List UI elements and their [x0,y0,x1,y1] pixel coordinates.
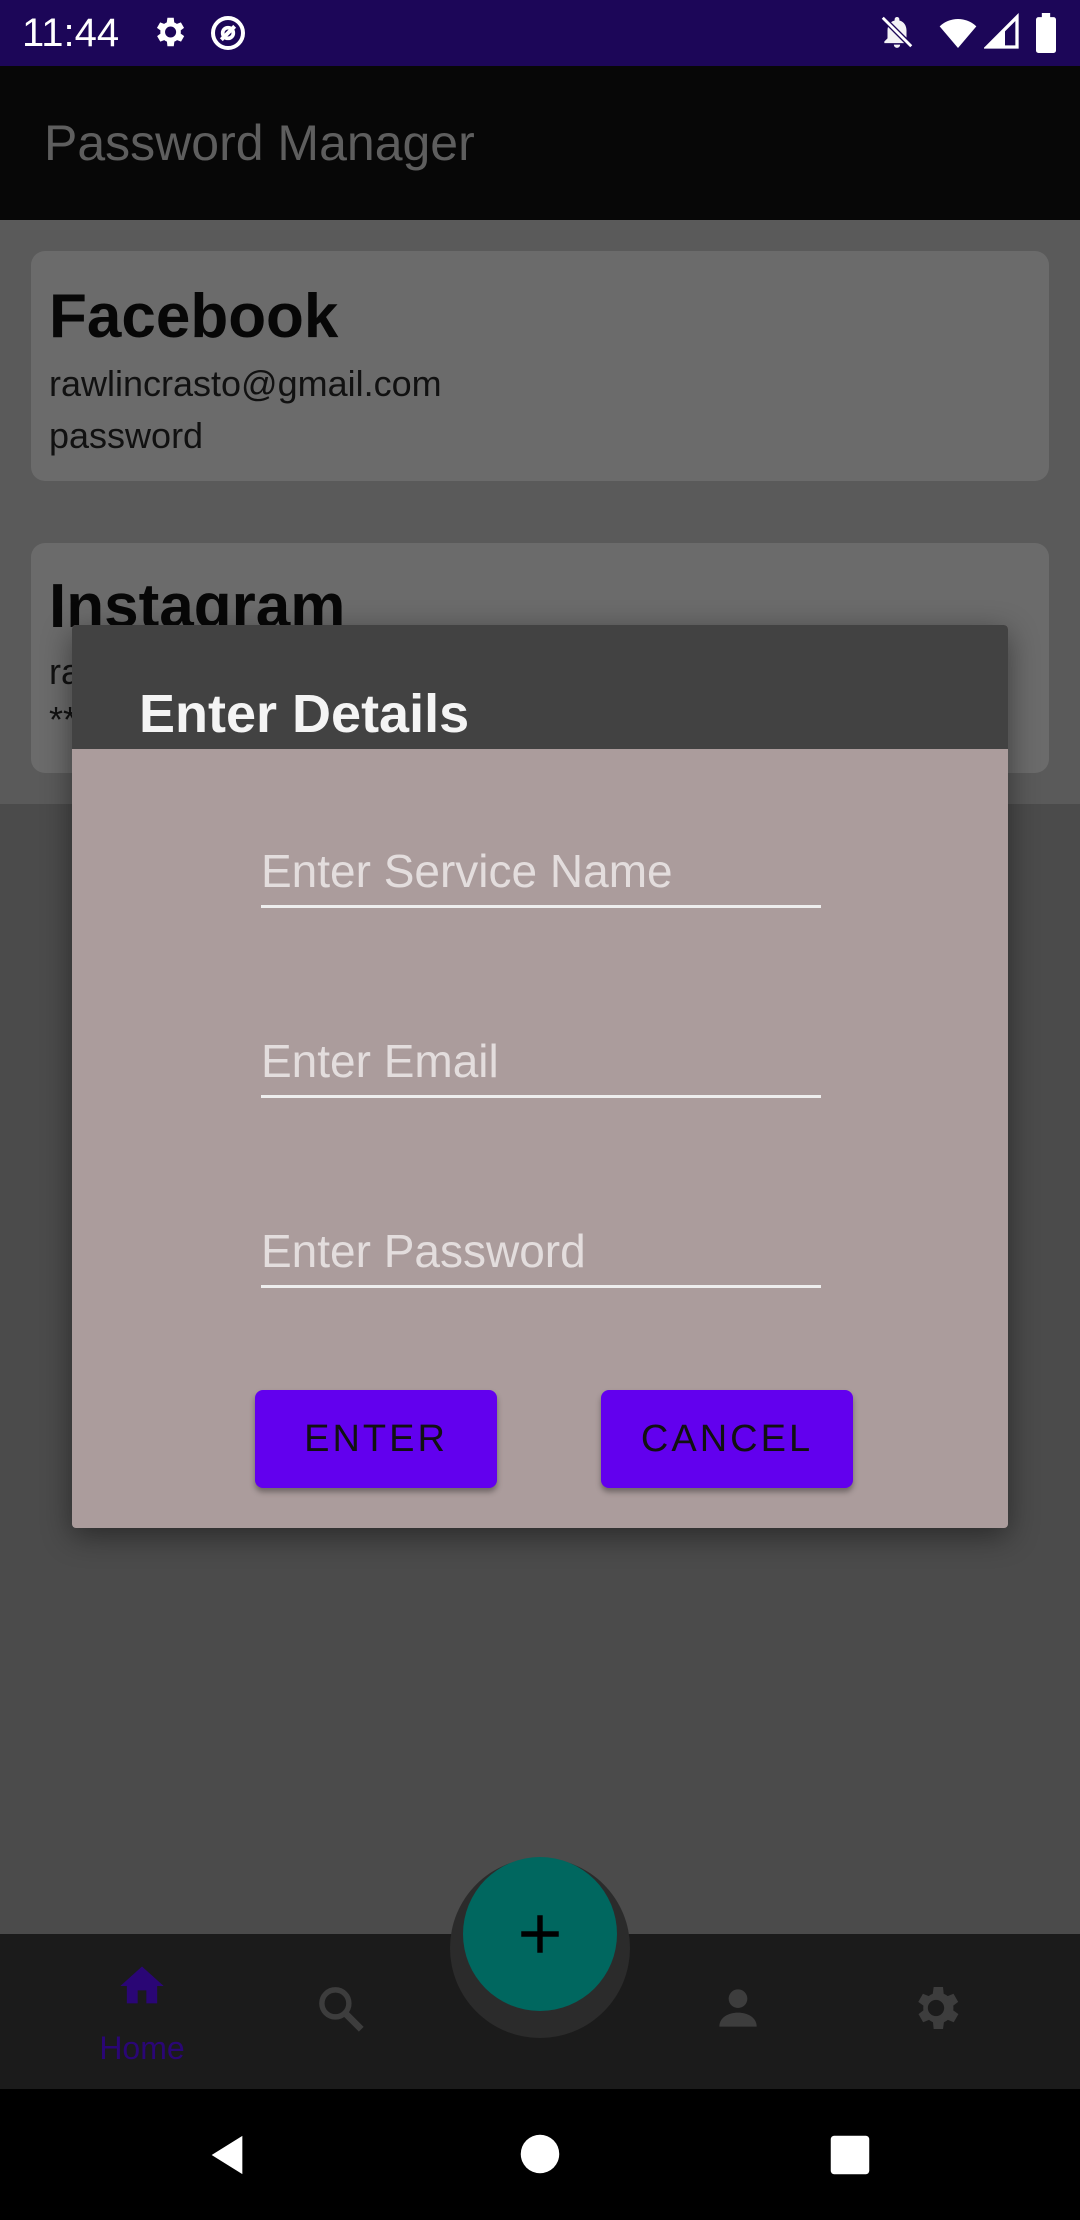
password-input[interactable] [261,1217,821,1285]
gear-icon [156,17,185,47]
nav-item-home[interactable]: Home [82,1960,202,2080]
plus-icon [521,1915,559,1953]
wifi-icon [939,19,977,48]
email-field[interactable] [261,1027,821,1098]
nav-label-home: Home [99,2030,185,2066]
notifications-off-icon [880,15,914,49]
dialog-title: Enter Details [139,684,470,744]
person-icon [719,1989,757,2027]
nav-item-search[interactable] [280,1960,400,2080]
gear-icon [918,1987,959,2029]
entry-password: password [49,415,204,456]
status-bar: 11:44 [0,0,1080,66]
entry-card[interactable]: Facebook rawlincrasto@gmail.com password [31,251,1049,481]
at-sign-icon [211,16,245,50]
app-title: Password Manager [44,115,475,171]
entry-email: rawlincrasto@gmail.com [49,363,442,404]
signal-icon [984,13,1019,49]
dialog-header: Enter Details [72,625,1008,749]
status-time: 11:44 [22,11,120,55]
recents-icon[interactable] [829,2134,871,2176]
home-icon [120,1966,164,2004]
home-circle-icon[interactable] [519,2133,561,2175]
nav-item-settings[interactable] [876,1960,996,2080]
service-name-field[interactable] [261,837,821,908]
service-name-input[interactable] [261,837,821,905]
add-entry-button[interactable] [463,1857,617,2011]
system-navigation-bar [0,2089,1080,2220]
battery-icon [1036,13,1056,53]
search-icon [319,1987,364,2032]
entry-service: Facebook [49,282,339,351]
email-input[interactable] [261,1027,821,1095]
enter-details-dialog: Enter Details ENTER CANCEL [72,625,1008,1528]
enter-button[interactable]: ENTER [255,1390,497,1488]
cancel-button[interactable]: CANCEL [601,1390,853,1488]
back-icon[interactable] [204,2131,250,2179]
password-field[interactable] [261,1217,821,1288]
app-bar: Password Manager [0,66,1080,220]
nav-item-profile[interactable] [678,1960,798,2080]
